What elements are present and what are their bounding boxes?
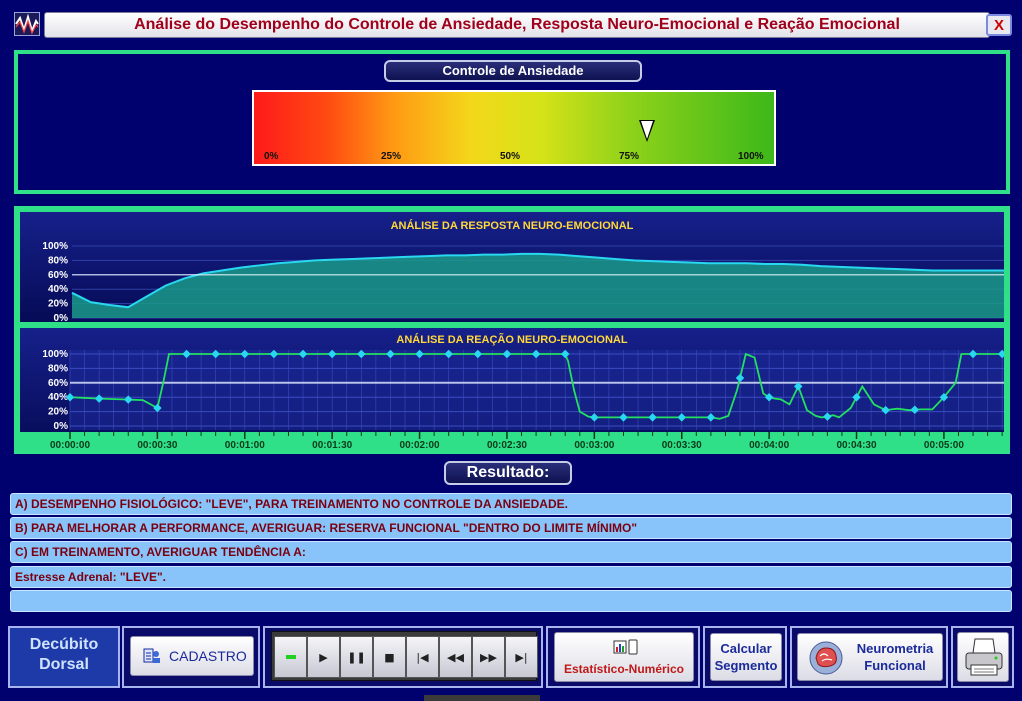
stop-button[interactable]: ■ [373,636,406,678]
calc-box: Calcular Segmento [703,626,787,688]
y-tick-label: 80% [48,363,68,374]
result-line: Estresse Adrenal: "LEVE". [10,566,1012,588]
register-icon [143,648,160,663]
x-tick-label: 00:00:00 [50,440,90,448]
window-title-box: Análise do Desempenho do Controle de Ans… [44,12,990,38]
gauge-tick-label: 0% [264,151,279,162]
skip-start-button[interactable]: |◀ [406,636,439,678]
y-tick-label: 20% [48,299,68,310]
x-tick-label: 00:05:00 [924,440,964,448]
calc-segment-button[interactable]: Calcular Segmento [710,633,782,681]
x-tick-label: 00:01:30 [312,440,352,448]
response-chart-svg: 100% 80% 60% 40% 20% 0% [42,241,1004,322]
media-controls: ▶ ❚❚ ■ |◀ ◀◀ ▶▶ ▶| [263,626,543,688]
gauge-tick-label: 100% [738,151,764,162]
y-tick-label: 0% [54,313,69,322]
position-line2: Dorsal [39,656,89,673]
pause-button[interactable]: ❚❚ [340,636,373,678]
x-tick-label: 00:04:30 [837,440,877,448]
print-box [951,626,1014,688]
response-chart: ANÁLISE DA RESPOSTA NEURO-EMOCIONAL 100%… [20,212,1004,322]
x-tick-label: 00:02:00 [400,440,440,448]
y-tick-label: 40% [48,284,68,295]
y-tick-label: 80% [48,255,68,266]
calc-line2: Segmento [714,658,778,673]
result-line [10,590,1012,612]
stat-box: Estatístico-Numérico [546,626,700,688]
reaction-chart: ANÁLISE DA REAÇÃO NEURO-EMOCIONAL 100% 80… [20,328,1004,448]
close-button[interactable]: X [986,14,1012,36]
y-tick-label: 0% [54,421,69,432]
result-line: C) EM TREINAMENTO, AVERIGUAR TENDÊNCIA A… [10,541,1012,563]
x-tick-label: 00:01:00 [225,440,265,448]
neuro-box: Neurometria Funcional [790,626,948,688]
x-tick-label: 00:03:30 [662,440,702,448]
cadastro-button[interactable]: CADASTRO [130,636,254,676]
stat-numeric-label: Estatístico-Numérico [563,662,685,676]
anxiety-gauge-panel: Controle de Ansiedade 0% 25% 50% 75% 100… [14,50,1010,194]
rewind-button[interactable]: ◀◀ [439,636,472,678]
position-box[interactable]: Decúbito Dorsal [8,626,120,688]
title-bar: Análise do Desempenho do Controle de Ans… [10,10,1014,40]
x-tick-label: 00:03:00 [574,440,614,448]
reaction-chart-svg: 100% 80% 60% 40% 20% 0% 00:00:00 00:00:30 00:01:… [20,349,1004,448]
anxiety-gradient-bar: 0% 25% 50% 75% 100% [252,90,776,166]
printer-icon [965,638,1003,676]
y-tick-label: 100% [42,349,68,360]
charts-panel: ANÁLISE DA RESPOSTA NEURO-EMOCIONAL 100%… [14,206,1010,454]
gauge-tick-label: 25% [381,151,402,162]
play-button[interactable]: ▶ [307,636,340,678]
cadastro-label: CADASTRO [169,648,247,664]
scrollbar-thumb[interactable] [424,695,540,701]
anxiety-gauge-title: Controle de Ansiedade [384,60,642,82]
position-line1: Decúbito [29,636,99,653]
stat-numeric-button[interactable]: Estatístico-Numérico [554,632,694,682]
neurometry-button[interactable]: Neurometria Funcional [797,633,943,681]
gauge-tick-label: 50% [500,151,521,162]
neuro-line1: Neurometria [856,641,934,656]
print-button[interactable] [957,632,1009,682]
calc-line1: Calcular [720,641,772,656]
fast-forward-button[interactable]: ▶▶ [472,636,505,678]
x-tick-label: 00:02:30 [487,440,527,448]
stat-chart-icon [613,639,638,655]
x-tick-label: 00:04:00 [749,440,789,448]
y-tick-label: 60% [48,378,68,389]
skip-end-button[interactable]: ▶| [505,636,538,678]
result-line: B) PARA MELHORAR A PERFORMANCE, AVERIGUA… [10,517,1012,539]
result-line: A) DESEMPENHO FISIOLÓGICO: "LEVE", PARA … [10,493,1012,515]
result-title: Resultado: [444,461,572,485]
window-title: Análise do Desempenho do Controle de Ans… [134,16,900,33]
x-tick-label: 00:00:30 [137,440,177,448]
y-tick-label: 100% [42,241,68,252]
gauge-tick-label: 75% [619,151,640,162]
y-tick-label: 40% [48,392,68,403]
app-waveform-icon [14,12,40,36]
gauge-marker-icon [639,120,656,142]
record-indicator-icon [285,655,296,659]
record-button[interactable] [274,636,307,678]
brain-icon [809,641,843,675]
cadastro-box: CADASTRO [122,626,260,688]
response-area [72,253,1004,318]
neuro-line2: Funcional [864,658,926,673]
y-tick-label: 20% [48,407,68,418]
y-tick-label: 60% [48,270,68,281]
